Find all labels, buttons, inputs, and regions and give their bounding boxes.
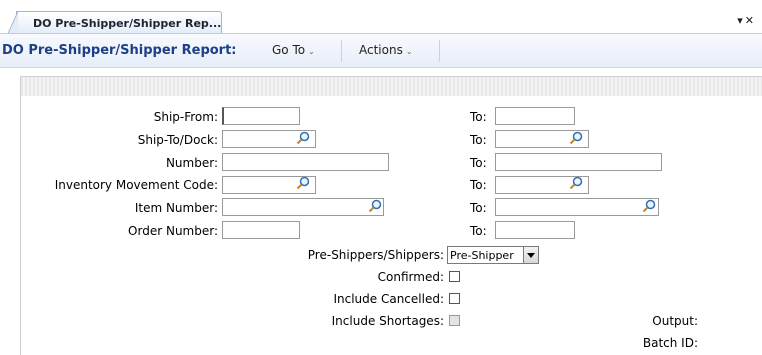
go-to-label: Go To: [272, 43, 306, 57]
number-to-input[interactable]: [495, 153, 662, 171]
order-number-to-label: To:: [470, 224, 487, 238]
output-label: Output:: [652, 314, 698, 328]
chevron-down-icon: ⌄: [405, 47, 413, 56]
lookup-icon[interactable]: [569, 131, 583, 145]
item-number-to-label: To:: [470, 201, 487, 215]
tab-controls: ▾✕: [737, 14, 756, 27]
include-shortages-label: Include Shortages:: [331, 314, 444, 328]
number-input[interactable]: [222, 153, 389, 171]
include-shortages-checkbox: [449, 315, 460, 326]
page-title: DO Pre-Shipper/Shipper Report:: [2, 43, 237, 58]
ship-from-to-input[interactable]: [495, 107, 575, 125]
actions-label: Actions: [359, 43, 403, 57]
lookup-icon[interactable]: [296, 131, 310, 145]
ship-from-input[interactable]: [222, 107, 300, 125]
include-cancelled-checkbox[interactable]: [449, 293, 460, 304]
order-number-label: Order Number:: [128, 224, 218, 238]
lookup-icon[interactable]: [642, 199, 656, 213]
tab-menu-icon[interactable]: ▾: [737, 14, 745, 27]
batch-id-label: Batch ID:: [642, 336, 698, 350]
report-tab[interactable]: DO Pre-Shipper/Shipper Rep...: [8, 11, 222, 33]
tab-label: DO Pre-Shipper/Shipper Rep...: [33, 17, 222, 30]
ship-from-label: Ship-From:: [153, 110, 218, 124]
pre-shippers-value: Pre-Shipper: [450, 249, 514, 262]
item-number-to-input[interactable]: [495, 198, 659, 216]
go-to-menu[interactable]: Go To ⌄: [272, 43, 315, 57]
number-to-label: To:: [470, 156, 487, 170]
item-number-label: Item Number:: [134, 201, 218, 215]
lookup-icon[interactable]: [368, 199, 382, 213]
ship-to-dock-label: Ship-To/Dock:: [137, 133, 218, 147]
confirmed-checkbox[interactable]: [449, 271, 460, 282]
pre-shippers-label: Pre-Shippers/Shippers:: [307, 248, 444, 262]
ship-from-to-label: To:: [470, 110, 487, 124]
chevron-down-icon[interactable]: [523, 247, 538, 263]
pre-shippers-select[interactable]: Pre-Shipper: [447, 246, 539, 264]
tab-strip: DO Pre-Shipper/Shipper Rep... ▾✕: [0, 0, 762, 34]
close-icon[interactable]: ✕: [745, 14, 756, 27]
actions-menu[interactable]: Actions ⌄: [359, 43, 413, 57]
item-number-input[interactable]: [222, 198, 384, 216]
chevron-down-icon: ⌄: [308, 47, 315, 56]
confirmed-label: Confirmed:: [377, 270, 444, 284]
inventory-movement-code-label: Inventory Movement Code:: [54, 178, 218, 192]
inventory-movement-code-to-label: To:: [470, 178, 487, 192]
report-header: DO Pre-Shipper/Shipper Report: Go To ⌄ Ac…: [0, 34, 762, 68]
order-number-to-input[interactable]: [495, 221, 575, 239]
panel-header: [21, 77, 762, 96]
number-label: Number:: [165, 156, 218, 170]
ship-to-dock-to-label: To:: [470, 133, 487, 147]
lookup-icon[interactable]: [569, 176, 583, 190]
include-cancelled-label: Include Cancelled:: [333, 292, 444, 306]
order-number-input[interactable]: [222, 221, 300, 239]
lookup-icon[interactable]: [296, 176, 310, 190]
